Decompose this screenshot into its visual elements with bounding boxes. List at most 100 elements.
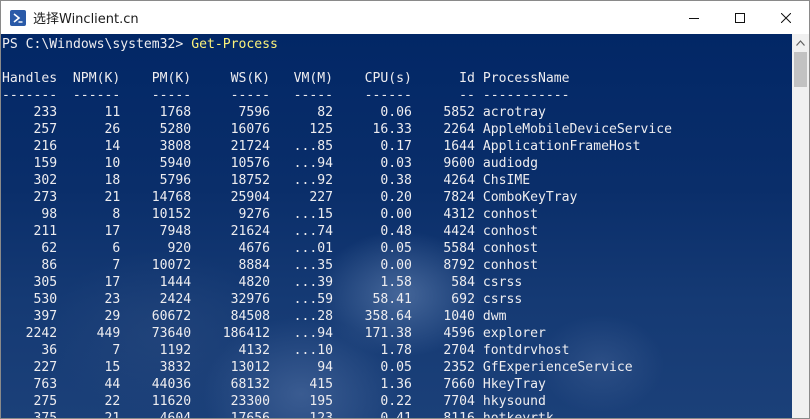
cell: 1.36: [380, 377, 412, 392]
cell: 7: [112, 258, 121, 273]
cell: 0.41: [333, 410, 412, 418]
cell: 530: [33, 292, 58, 307]
cell: 18: [104, 173, 121, 188]
cell: ...74: [293, 224, 334, 239]
cell: audiodg: [482, 156, 539, 171]
cell: 0.00: [380, 258, 412, 273]
cell: 3808: [159, 139, 192, 154]
cell: ProcessName: [482, 71, 570, 86]
cell: 0.22: [380, 394, 412, 409]
cell: explorer: [482, 326, 546, 341]
title-bar[interactable]: 选择Winclient.cn: [1, 1, 809, 34]
cell: 82: [317, 105, 334, 120]
table-row: 257 26 5280 16076 125 16.33 2264 AppleMobileDev…: [2, 121, 673, 138]
cell: 3832: [159, 360, 192, 375]
cell: 233: [33, 105, 58, 120]
cell: ...94: [293, 156, 334, 171]
cell: 5584: [443, 241, 475, 256]
cell: 125: [309, 122, 334, 137]
cell: 1768: [159, 105, 192, 120]
cell: 6: [112, 241, 121, 256]
cell: 23: [104, 292, 121, 307]
table-row: 275 22 11620 23300 195 0.22 7704 hkysound: [2, 393, 546, 410]
cell: 4604: [120, 410, 192, 418]
cell: 86: [41, 258, 58, 273]
cell: 1444: [159, 275, 192, 290]
command-text: Get-Process: [191, 37, 278, 52]
cell: 171.38: [364, 326, 412, 341]
cell: 1.58: [380, 275, 412, 290]
cell: 8116: [412, 410, 475, 418]
cell: 22: [104, 394, 121, 409]
cell: -------: [2, 88, 58, 103]
cell: 2424: [159, 292, 192, 307]
cell: 21624: [230, 224, 270, 239]
cell: 73640: [151, 326, 192, 341]
cell: 10072: [151, 258, 192, 273]
cell: 44: [104, 377, 121, 392]
table-separator: ------- ------ ----- ----- ----- ------ -- ----…: [2, 87, 570, 104]
cell: 123: [270, 410, 333, 418]
scroll-up-button[interactable]: [792, 34, 809, 51]
cell: 2242: [25, 326, 58, 341]
cell: 44036: [151, 377, 192, 392]
table-row: 62 6 920 4676 ...01 0.05 5584 conhost: [2, 240, 538, 257]
cell: fontdrvhost: [482, 343, 570, 358]
cell: ...39: [293, 275, 334, 290]
cell: 7660: [443, 377, 475, 392]
window-controls: [671, 1, 809, 34]
cell: csrss: [482, 275, 523, 290]
cell: 4596: [443, 326, 475, 341]
cell: 13012: [230, 360, 270, 375]
cell: VM(M): [293, 71, 334, 86]
cell: -----: [293, 88, 334, 103]
cell: 5940: [159, 156, 192, 171]
cell: ...92: [293, 173, 334, 188]
cell: 11620: [151, 394, 192, 409]
cell: 920: [167, 241, 192, 256]
cell: 8792: [443, 258, 475, 273]
table-row: 305 17 1444 4820 ...39 1.58 584 csrss: [2, 274, 523, 291]
cell: 60672: [151, 309, 192, 324]
close-button[interactable]: [763, 1, 809, 34]
cell: ChsIME: [482, 173, 531, 188]
cell: 5280: [159, 122, 192, 137]
scrollbar-thumb[interactable]: [794, 52, 807, 87]
cell: ------: [364, 88, 412, 103]
cell: 21: [104, 190, 121, 205]
cell: ...01: [293, 241, 334, 256]
cell: 358.64: [364, 309, 412, 324]
cell: 5796: [159, 173, 192, 188]
cell: 7596: [238, 105, 270, 120]
cell: ...85: [293, 139, 334, 154]
cell: 186412: [222, 326, 270, 341]
minimize-button[interactable]: [671, 1, 717, 34]
cell: AppleMobileDeviceService: [482, 122, 673, 137]
cell: 1.78: [380, 343, 412, 358]
cell: -----------: [482, 88, 570, 103]
cell: 9600: [443, 156, 475, 171]
prompt-line: PS C:\Windows\system32> Get-Process: [2, 36, 278, 53]
cell: 94: [317, 360, 334, 375]
cell: 4676: [238, 241, 270, 256]
cell: 1644: [443, 139, 475, 154]
cell: 4312: [443, 207, 475, 222]
cell: 0.17: [380, 139, 412, 154]
maximize-button[interactable]: [717, 1, 763, 34]
console-area[interactable]: PS C:\Windows\system32> Get-Process Hand…: [1, 34, 809, 418]
cell: ...10: [293, 343, 334, 358]
cell: 227: [33, 360, 58, 375]
cell: conhost: [482, 224, 539, 239]
cell: 195: [309, 394, 334, 409]
cell: 15: [104, 360, 121, 375]
cell: 4424: [443, 224, 475, 239]
cell: --: [459, 88, 475, 103]
cell: 62: [41, 241, 58, 256]
cell: conhost: [482, 241, 539, 256]
vertical-scrollbar[interactable]: [792, 34, 809, 418]
cell: 415: [309, 377, 334, 392]
cell: 58.41: [372, 292, 412, 307]
cell: 397: [33, 309, 58, 324]
cell: 32976: [230, 292, 270, 307]
cell: 0.48: [380, 224, 412, 239]
